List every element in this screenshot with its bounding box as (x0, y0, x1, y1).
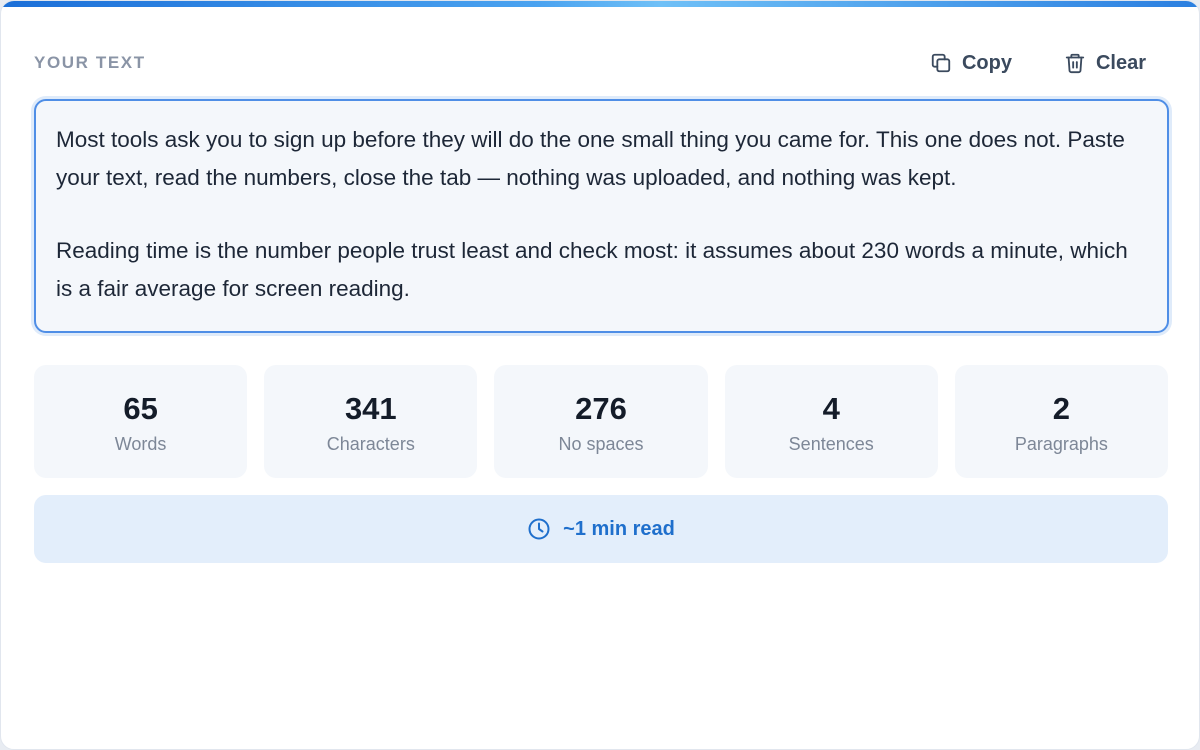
stat-value: 276 (575, 391, 627, 426)
stat-sentences: 4 Sentences (724, 365, 938, 478)
stats-row: 65 Words 341 Characters 276 No spaces 4 … (34, 365, 1169, 478)
reading-time-label: ~1 min read (563, 517, 675, 540)
stat-label: No spaces (558, 434, 644, 454)
stat-characters: 341 Characters (264, 365, 478, 478)
text-paragraph: Reading time is the number people trust … (56, 238, 1128, 301)
stat-value: 341 (344, 391, 397, 426)
copy-icon (930, 52, 952, 74)
resize-handle-icon[interactable] (1152, 316, 1164, 328)
stat-no-spaces: 276 No spaces (494, 365, 708, 478)
stat-value: 4 (822, 391, 840, 426)
text-input-area[interactable]: Most tools ask you to sign up before the… (34, 99, 1169, 333)
stat-label: Characters (326, 434, 415, 454)
section-label: YOUR TEXT (34, 53, 146, 72)
copy-button-label: Copy (961, 51, 1012, 74)
trash-icon (1064, 52, 1086, 74)
clear-button[interactable]: Clear (1052, 44, 1158, 83)
accent-bar (1, 1, 1199, 7)
stat-words: 65 Words (34, 365, 248, 478)
stat-label: Words (114, 434, 167, 454)
editor-header: YOUR TEXT Copy Clear (34, 41, 1168, 85)
editor-actions: Copy Clear (918, 44, 1158, 83)
stat-paragraphs: 2 Paragraphs (954, 365, 1169, 478)
text-paragraph: Most tools ask you to sign up before the… (56, 127, 1125, 190)
reading-time-banner: ~1 min read (34, 495, 1168, 563)
stat-label: Paragraphs (1014, 434, 1108, 454)
stat-value: 65 (123, 391, 158, 426)
clear-button-label: Clear (1095, 51, 1146, 74)
word-counter-card: YOUR TEXT Copy Clear Most tools ask you … (0, 0, 1200, 750)
clock-icon (527, 517, 551, 541)
stat-label: Sentences (788, 434, 874, 454)
stat-value: 2 (1052, 391, 1071, 426)
copy-button[interactable]: Copy (918, 44, 1024, 83)
